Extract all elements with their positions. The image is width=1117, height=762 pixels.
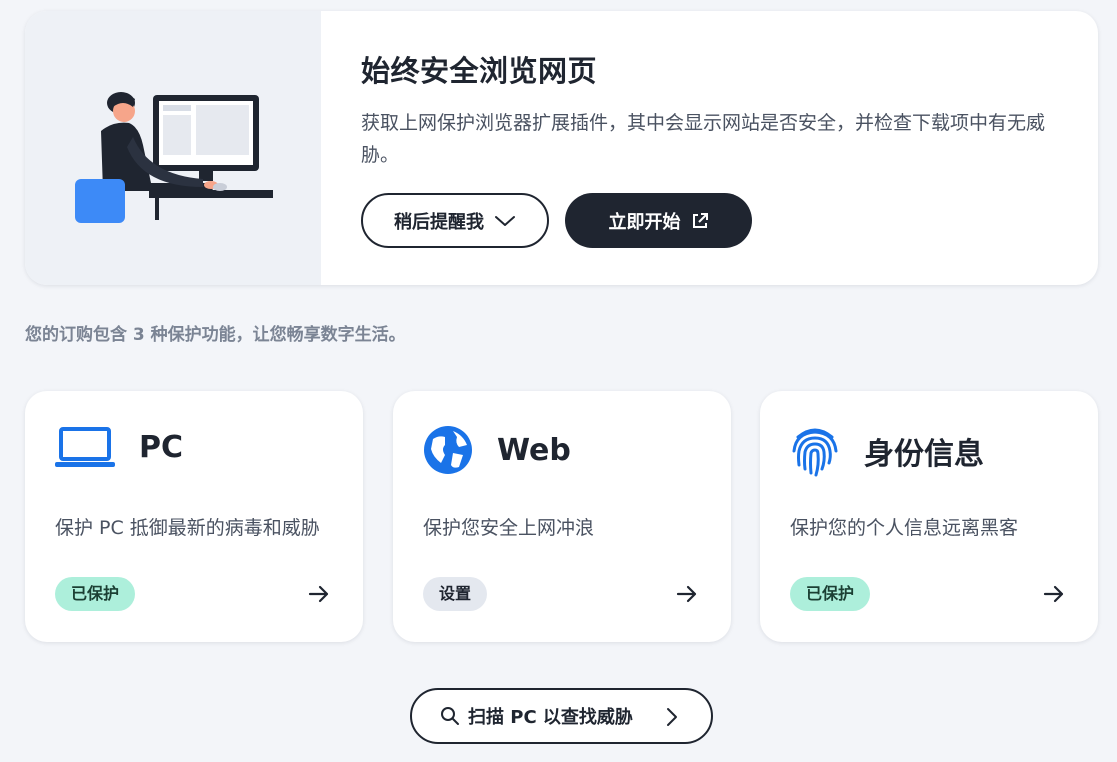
card-description: 保护您的个人信息远离黑客 (790, 517, 1019, 539)
browser-extension-promo: 始终安全浏览网页 获取上网保护浏览器扩展插件，其中会显示网站是否安全，并检查下载… (25, 11, 1098, 285)
remind-later-button[interactable]: 稍后提醒我 (361, 193, 549, 248)
card-title: Web (497, 432, 571, 468)
promo-content: 始终安全浏览网页 获取上网保护浏览器扩展插件，其中会显示网站是否安全，并检查下载… (321, 11, 1098, 285)
start-now-button[interactable]: 立即开始 (565, 193, 752, 248)
arrow-right-icon[interactable] (307, 582, 331, 606)
scan-pc-label: 扫描 PC 以查找威胁 (468, 707, 633, 728)
promo-actions: 稍后提醒我 立即开始 (361, 193, 1098, 248)
feature-card-web[interactable]: Web 保护您安全上网冲浪 设置 (393, 391, 731, 642)
remind-later-label: 稍后提醒我 (394, 211, 484, 233)
person-at-computer-illustration (75, 92, 273, 223)
external-link-icon (692, 212, 708, 228)
arrow-right-icon[interactable] (675, 582, 699, 606)
fingerprint-icon (792, 428, 838, 477)
start-now-label: 立即开始 (608, 211, 681, 233)
setup-badge[interactable]: 设置 (423, 577, 488, 611)
search-icon (441, 707, 459, 725)
laptop-icon (55, 427, 115, 467)
status-badge: 已保护 (790, 577, 871, 611)
chevron-right-icon (667, 708, 677, 726)
arrow-right-icon[interactable] (1042, 582, 1066, 606)
promo-title: 始终安全浏览网页 (361, 54, 598, 88)
card-description: 保护您安全上网冲浪 (423, 517, 595, 539)
feature-card-pc[interactable]: PC 保护 PC 抵御最新的病毒和威胁 已保护 (25, 391, 363, 642)
promo-illustration (25, 11, 321, 285)
promo-description: 获取上网保护浏览器扩展插件，其中会显示网站是否安全，并检查下载项中有无威胁。 (361, 112, 1046, 166)
card-title: PC (139, 429, 184, 465)
card-title: 身份信息 (864, 437, 984, 472)
chevron-down-icon (495, 215, 515, 226)
card-header: 身份信息 (790, 425, 984, 477)
card-description: 保护 PC 抵御最新的病毒和威胁 (55, 517, 320, 539)
scan-pc-button[interactable]: 扫描 PC 以查找威胁 (410, 688, 713, 744)
globe-icon (424, 426, 472, 474)
feature-card-identity[interactable]: 身份信息 保护您的个人信息远离黑客 已保护 (760, 391, 1098, 642)
status-badge: 已保护 (55, 577, 136, 611)
card-header: PC (55, 425, 183, 469)
subscription-summary: 您的订购包含 3 种保护功能，让您畅享数字生活。 (25, 325, 406, 345)
card-header: Web (423, 425, 571, 475)
